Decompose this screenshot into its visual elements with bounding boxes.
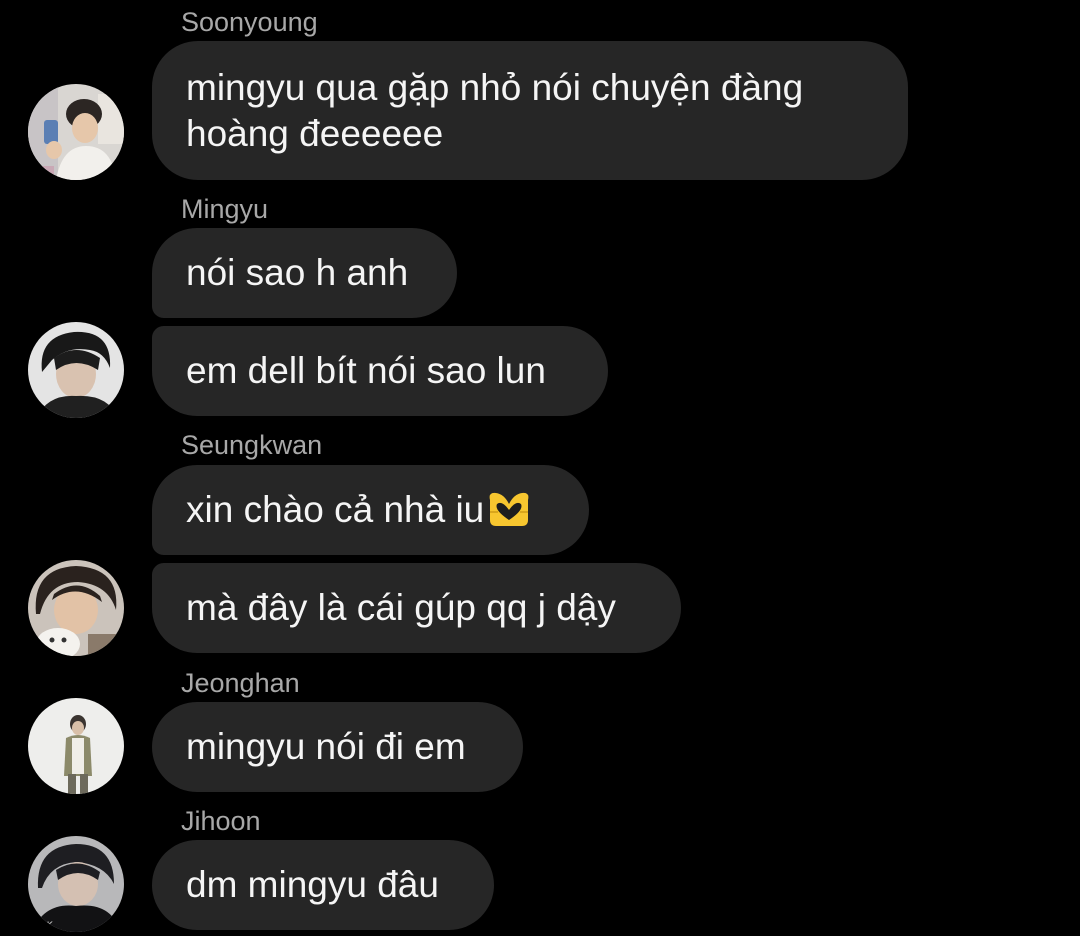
message-text: mà đây là cái gúp qq j dậy <box>186 587 616 628</box>
message-bubble[interactable]: nói sao h anh <box>152 228 457 318</box>
avatar-jeonghan[interactable] <box>28 698 124 794</box>
chat-thread: Soonyoung mingyu qua gặp nhỏ nói chuyện … <box>0 0 1080 936</box>
message-text: dm mingyu đâu <box>186 864 439 905</box>
message-bubble[interactable]: mingyu nói đi em <box>152 702 523 792</box>
avatar-seungkwan[interactable] <box>28 560 124 656</box>
heart-hands-emoji-icon <box>489 492 529 526</box>
message-bubble[interactable]: xin chào cả nhà iu <box>152 465 589 555</box>
sender-name-soonyoung: Soonyoung <box>181 7 318 37</box>
avatar-photo-icon <box>28 322 124 418</box>
avatar-jihoon[interactable]: NK <box>28 836 124 932</box>
message-bubble[interactable]: dm mingyu đâu <box>152 840 494 930</box>
message-text: em dell bít nói sao lun <box>186 350 546 391</box>
sender-name-mingyu: Mingyu <box>181 194 269 224</box>
message-text: mingyu qua gặp nhỏ nói chuyện đàng hoàng… <box>186 66 804 154</box>
message-bubble[interactable]: mingyu qua gặp nhỏ nói chuyện đàng hoàng… <box>152 41 908 180</box>
message-bubble[interactable]: mà đây là cái gúp qq j dậy <box>152 563 681 653</box>
sender-name-jihoon: Jihoon <box>181 806 261 836</box>
avatar-photo-icon: NK <box>28 836 124 932</box>
message-bubble[interactable]: em dell bít nói sao lun <box>152 326 608 416</box>
sender-name-seungkwan: Seungkwan <box>181 430 323 460</box>
avatar-photo-icon <box>28 698 124 794</box>
svg-text:NK: NK <box>40 921 54 931</box>
avatar-photo-icon <box>28 560 124 656</box>
message-text: nói sao h anh <box>186 252 409 293</box>
avatar-mingyu[interactable] <box>28 322 124 418</box>
message-text: xin chào cả nhà iu <box>186 489 485 530</box>
avatar-photo-icon <box>28 84 124 180</box>
sender-name-jeonghan: Jeonghan <box>181 668 300 698</box>
avatar-soonyoung[interactable] <box>28 84 124 180</box>
message-text: mingyu nói đi em <box>186 726 466 767</box>
